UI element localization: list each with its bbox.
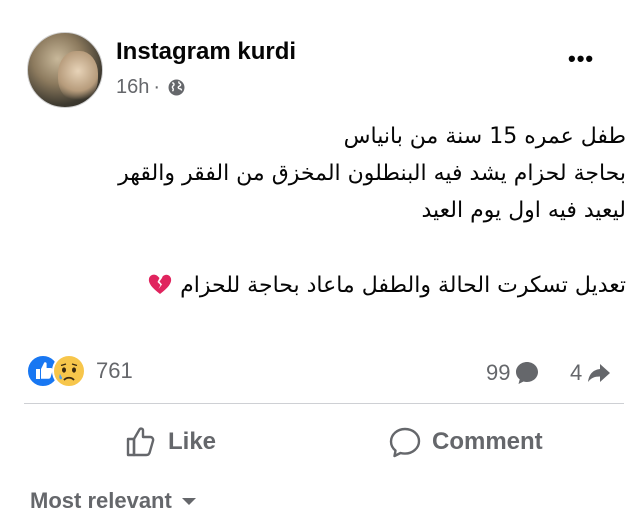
sad-reaction-icon	[52, 354, 86, 388]
like-icon	[126, 427, 155, 457]
post-edit-line: تعديل تسكرت الحالة والطفل ماعاد بحاجة لل…	[30, 267, 626, 304]
meta-separator: ·	[153, 76, 161, 98]
post-meta: 16h ·	[116, 76, 185, 99]
edit-text: تعديل تسكرت الحالة والطفل ماعاد بحاجة لل…	[180, 273, 626, 298]
share-arrow-icon	[588, 364, 611, 382]
author-name[interactable]: Instagram kurdi	[116, 38, 296, 66]
globe-icon	[168, 79, 185, 96]
divider	[24, 403, 624, 404]
comment-sort-dropdown[interactable]: Most relevant	[30, 488, 198, 512]
more-options-button[interactable]: •••	[568, 48, 594, 70]
post-card: Instagram kurdi 16h · ••• طفل عمره 15 سن…	[0, 0, 640, 512]
broken-heart-icon	[148, 274, 172, 294]
post-text-line: ليعيد فيه اول يوم العيد	[421, 198, 626, 223]
avatar[interactable]	[27, 32, 103, 108]
comments-count-link[interactable]: 99	[486, 360, 540, 386]
post-time[interactable]: 16h	[116, 76, 149, 99]
comment-label: Comment	[432, 428, 543, 455]
comments-count: 99	[486, 360, 511, 385]
shares-count-link[interactable]: 4	[570, 360, 612, 386]
comment-button[interactable]: Comment	[388, 418, 543, 466]
like-label: Like	[168, 428, 217, 455]
engagement-stats: 761 99 4	[0, 352, 640, 392]
reactions-count: 761	[96, 358, 133, 383]
like-button[interactable]: Like	[124, 418, 216, 466]
post-text: طفل عمره 15 سنة من بانياس بحاجة لحزام يش…	[30, 118, 626, 304]
post-text-line: طفل عمره 15 سنة من بانياس	[343, 124, 626, 149]
avatar-photo	[58, 51, 98, 101]
comment-bubble-icon	[516, 362, 539, 384]
post-actions: Like Comment	[0, 418, 640, 466]
comment-icon	[389, 427, 421, 458]
caret-down-icon	[181, 498, 196, 505]
post-header: Instagram kurdi 16h · •••	[0, 0, 640, 120]
post-text-line: بحاجة لحزام يشد فيه البنطلون المخزق من ا…	[118, 161, 626, 186]
shares-count: 4	[570, 360, 583, 385]
sort-label: Most relevant	[30, 488, 172, 512]
reactions-summary[interactable]: 761	[26, 354, 133, 388]
